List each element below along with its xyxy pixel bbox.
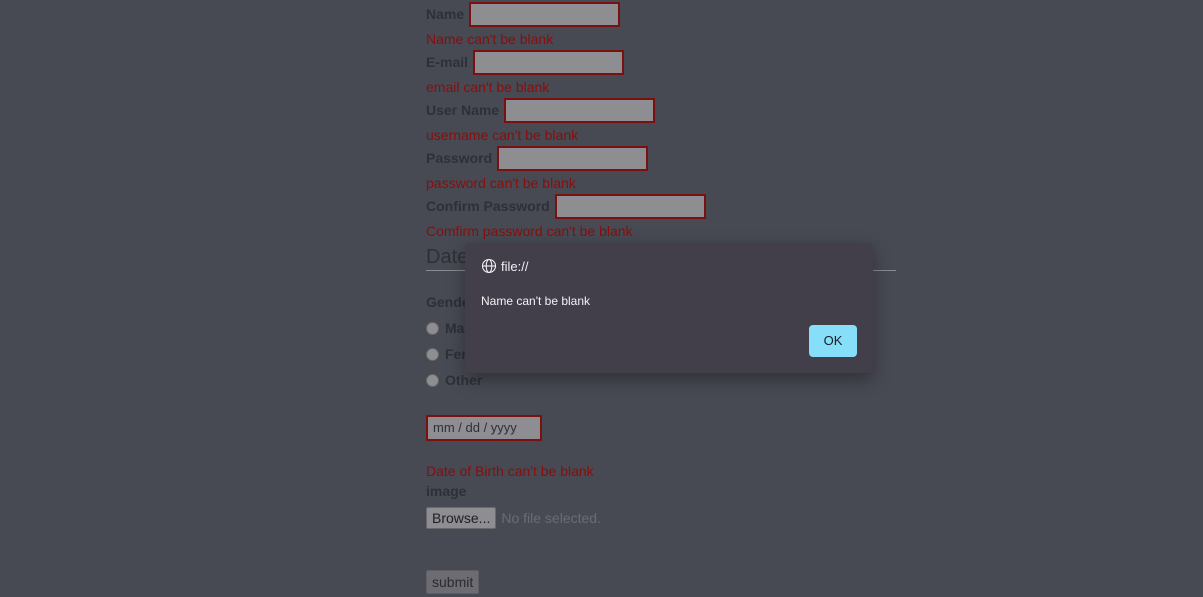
name-row: Name [426,1,621,27]
other-radio-label: Other [445,372,483,388]
confirm-password-input[interactable] [554,193,706,219]
confirm-password-row: Confirm Password [426,193,706,219]
email-input[interactable] [473,49,625,75]
email-row: E-mail [426,49,625,75]
name-label: Name [426,6,465,22]
submit-button[interactable]: submit [426,570,480,594]
password-error: password can't be blank [426,175,576,191]
female-radio[interactable] [426,347,439,361]
dialog-header: file:// [481,258,528,274]
password-label: Password [426,150,493,166]
alert-dialog: file:// Name can't be blank OK [465,243,873,373]
name-error: Name can't be blank [426,31,554,47]
dialog-origin: file:// [501,258,529,274]
username-error: username can't be blank [426,127,579,143]
confirm-password-label: Confirm Password [426,198,550,214]
username-row: User Name [426,97,656,123]
email-error: email can't be blank [426,79,550,95]
dialog-message: Name can't be blank [481,294,591,308]
email-label: E-mail [426,54,469,70]
male-radio[interactable] [426,321,439,335]
name-input[interactable] [469,1,621,27]
other-radio[interactable] [426,373,439,387]
file-input: Browse... No file selected. [426,507,601,529]
password-input[interactable] [497,145,649,171]
confirm-password-error: Comfirm password can't be blank [426,223,633,239]
no-file-text: No file selected. [501,510,601,526]
image-label: image [426,483,467,499]
fieldset-legend: Date [426,246,469,268]
browse-button[interactable]: Browse... [426,507,497,529]
globe-icon [481,258,497,274]
date-of-birth-input[interactable]: mm / dd / yyyy [426,415,542,441]
dob-error: Date of Birth can't be blank [426,463,594,479]
ok-button[interactable]: OK [809,325,857,357]
gender-option-other[interactable]: Other [426,372,482,388]
username-input[interactable] [504,97,656,123]
username-label: User Name [426,102,500,118]
password-row: Password [426,145,649,171]
